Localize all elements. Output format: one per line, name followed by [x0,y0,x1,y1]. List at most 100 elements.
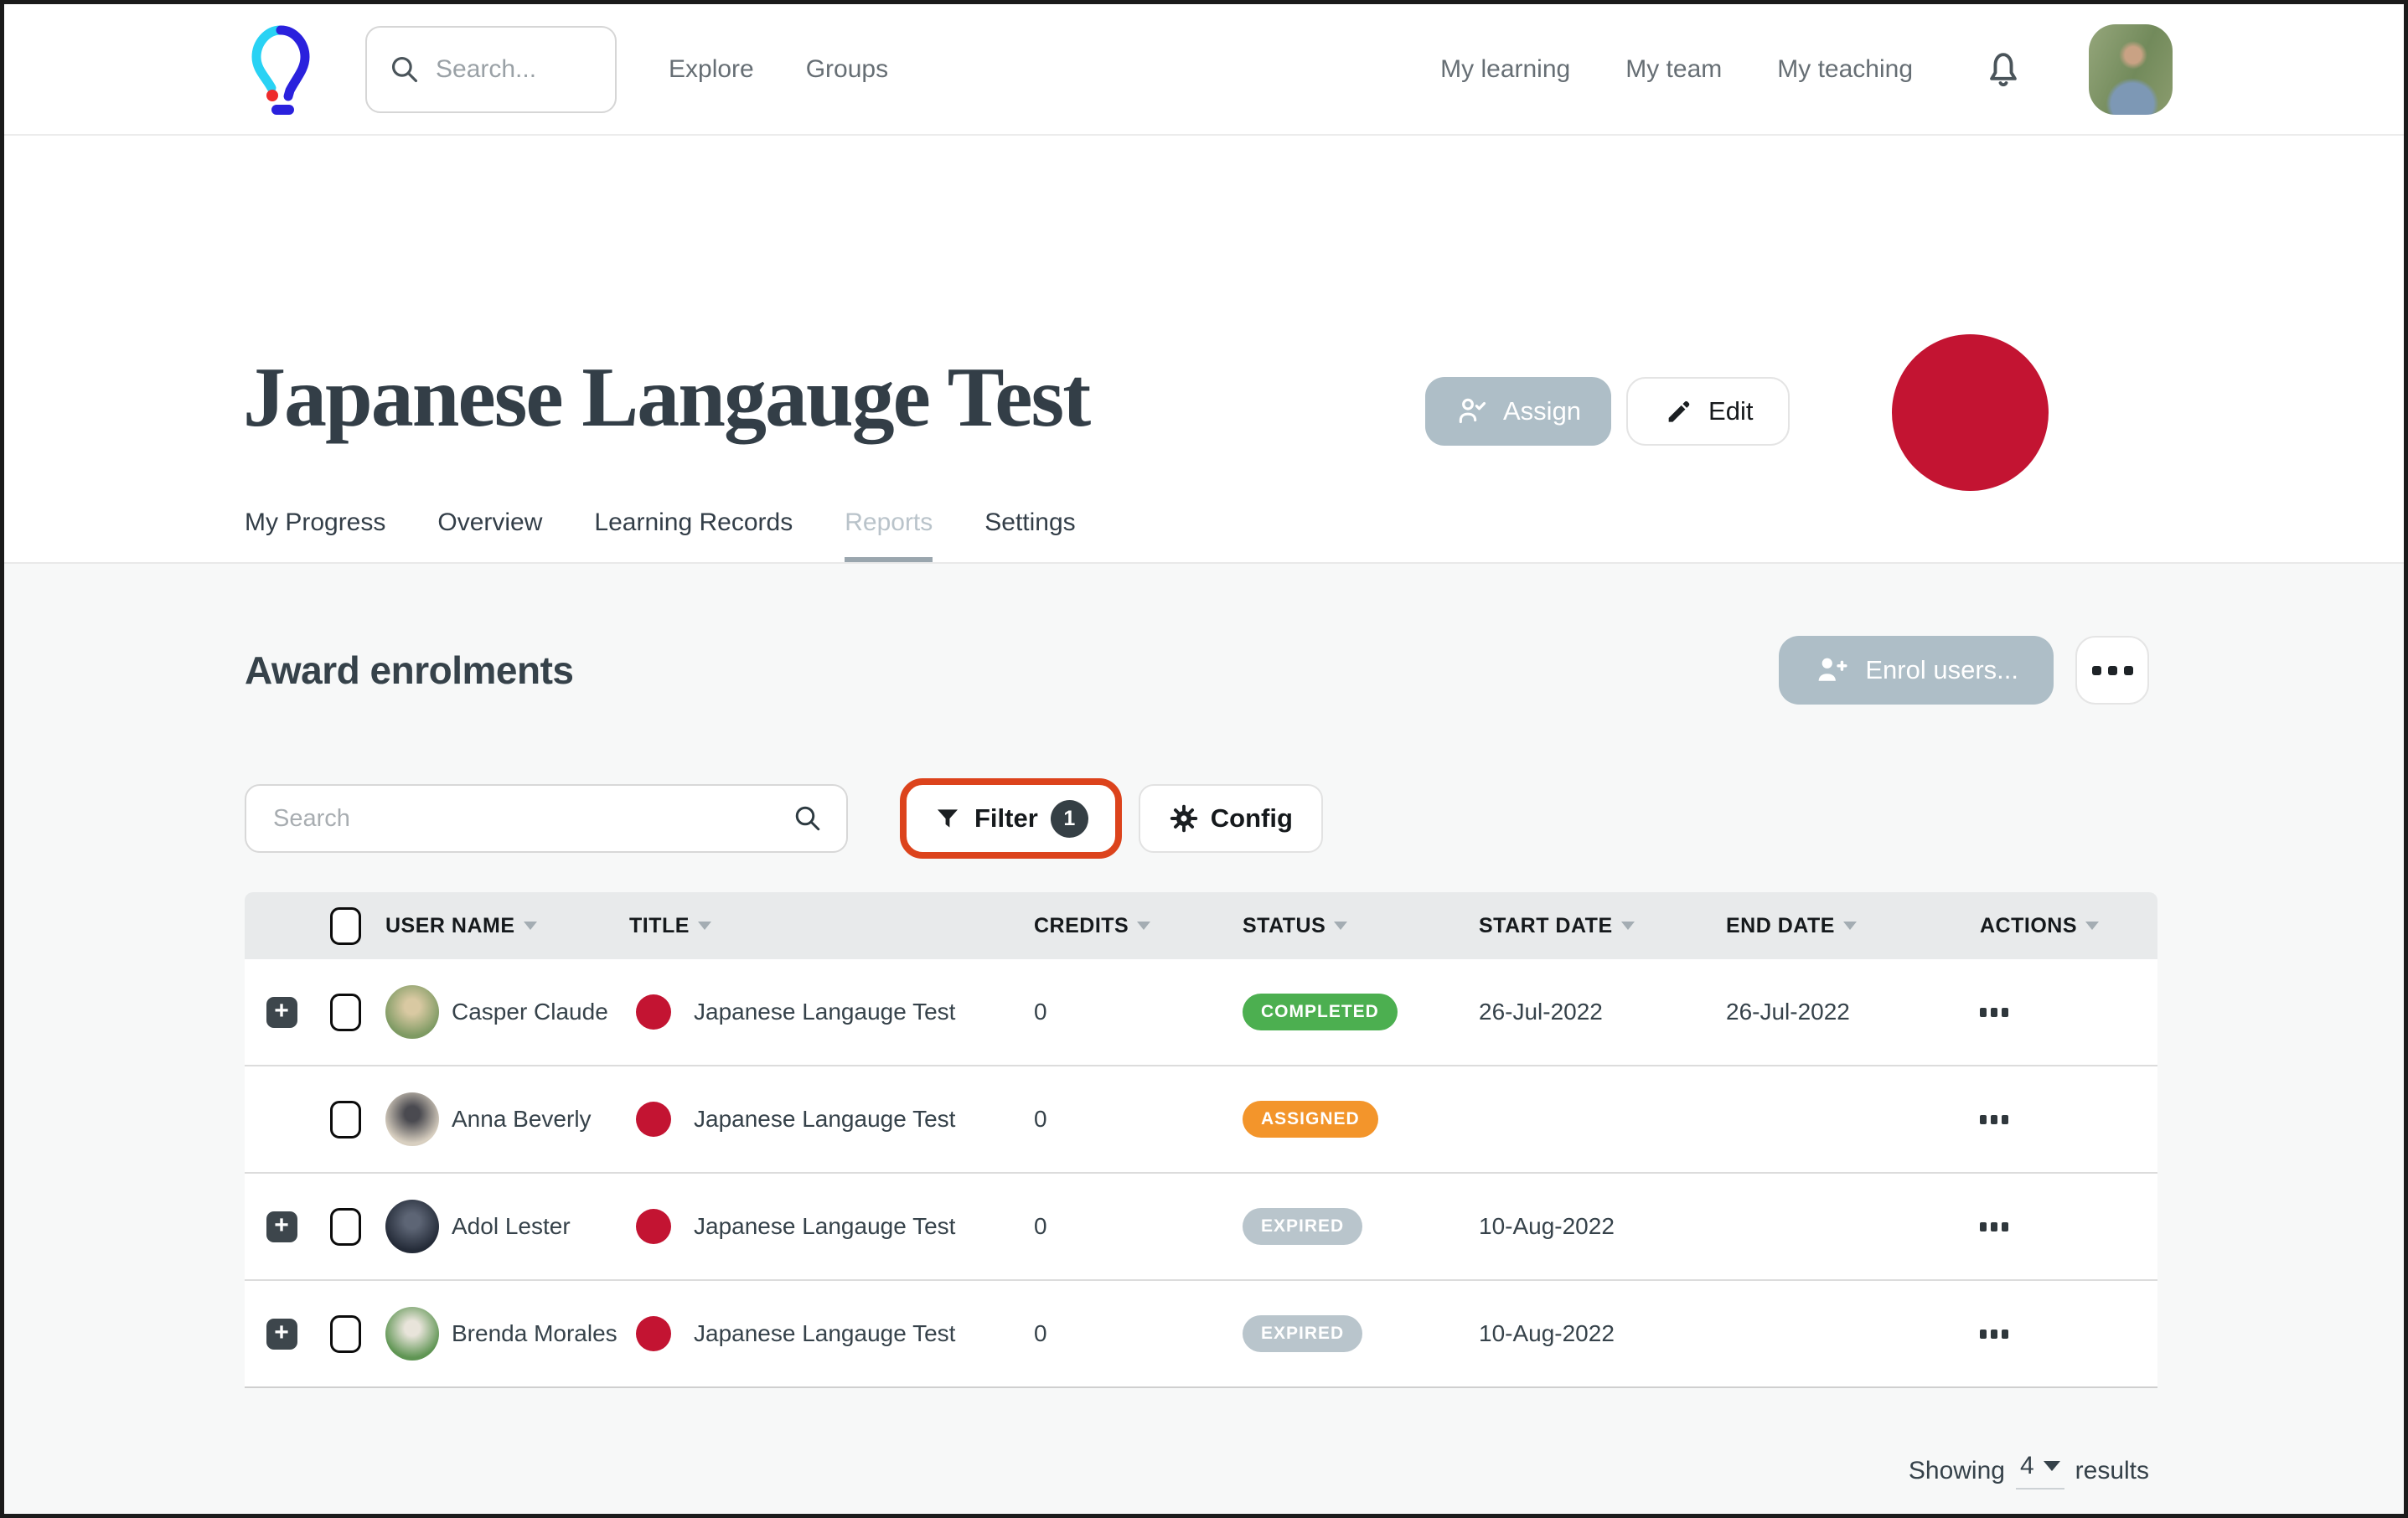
course-hero: Japanese Langauge Test Assign Edit My [4,136,2404,564]
row-checkbox[interactable] [330,1208,361,1246]
tab-overview[interactable]: Overview [437,509,542,562]
gear-icon [1169,803,1199,834]
more-actions-button[interactable] [2075,636,2149,705]
expand-row-button[interactable]: + [266,1211,297,1242]
enrol-users-button[interactable]: Enrol users... [1779,636,2054,705]
nav-explore[interactable]: Explore [669,55,754,84]
results-per-page-dropdown[interactable]: 4 [2016,1452,2064,1490]
red-circle-thumb [636,1316,671,1351]
row-actions-button[interactable] [1956,1008,2157,1017]
row-actions-button[interactable] [1956,1115,2157,1124]
sort-caret-icon [1621,922,1635,930]
ellipsis-icon [1980,1222,1987,1231]
nav-my-teaching[interactable]: My teaching [1777,55,1913,84]
assign-button[interactable]: Assign [1425,377,1611,446]
row-actions-button[interactable] [1956,1222,2157,1231]
start-date: 26-Jul-2022 [1466,999,1713,1025]
row-checkbox[interactable] [330,1315,361,1353]
results-count: 4 [2020,1452,2034,1480]
global-search-box [365,26,617,113]
end-date: 26-Jul-2022 [1713,999,1956,1025]
select-all-checkbox[interactable] [330,907,361,945]
row-actions-button[interactable] [1956,1330,2157,1339]
table-search-box [245,784,848,853]
top-navigation-bar: Explore Groups My learning My team My te… [4,4,2404,136]
nav-groups[interactable]: Groups [806,55,888,84]
chevron-down-icon [2044,1461,2060,1471]
edit-button[interactable]: Edit [1626,377,1790,446]
course-title[interactable]: Japanese Langauge Test [694,1320,955,1347]
ellipsis-icon [1980,1330,1987,1339]
expand-row-button[interactable]: + [266,997,297,1028]
red-circle-thumb [636,1209,671,1244]
column-header-title[interactable]: TITLE [624,914,1022,938]
app-logo-lightbulb-icon[interactable] [249,21,313,118]
row-checkbox[interactable] [330,994,361,1031]
column-header-credits[interactable]: CREDITS [1022,914,1227,938]
user-profile-avatar[interactable] [2089,24,2173,115]
user-name[interactable]: Casper Claude [452,999,608,1025]
sort-caret-icon [524,922,537,930]
search-icon[interactable] [793,803,823,834]
course-tabs: My Progress Overview Learning Records Re… [4,509,2404,564]
column-header-status[interactable]: STATUS [1227,914,1466,938]
column-header-user-name[interactable]: USER NAME [373,914,624,938]
user-check-icon [1455,395,1489,428]
tab-reports[interactable]: Reports [845,509,933,562]
ellipsis-icon [1980,1008,1987,1017]
filter-button-highlighted[interactable]: Filter 1 [900,778,1122,859]
course-title[interactable]: Japanese Langauge Test [694,1213,955,1240]
course-title[interactable]: Japanese Langauge Test [694,1106,955,1133]
pencil-icon [1663,395,1695,427]
section-header: Award enrolments Enrol users... [245,636,2149,705]
start-date: 10-Aug-2022 [1466,1213,1713,1240]
section-title: Award enrolments [245,648,573,693]
credits-value: 0 [1022,1320,1227,1347]
status-badge: COMPLETED [1243,994,1398,1030]
course-image-red-circle [1892,334,2049,491]
sort-caret-icon [1334,922,1347,930]
table-search-input[interactable] [271,804,793,834]
tab-my-progress[interactable]: My Progress [245,509,385,562]
red-circle-thumb [636,1102,671,1137]
ellipsis-icon [1980,1115,1987,1124]
table-header-row: USER NAME TITLE CREDITS STATUS START DAT… [245,892,2157,959]
user-name[interactable]: Brenda Morales [452,1320,618,1347]
user-plus-icon [1814,653,1849,688]
credits-value: 0 [1022,1213,1227,1240]
course-thumbnail [629,1095,678,1144]
page-title: Japanese Langauge Test [243,355,1089,441]
tab-settings[interactable]: Settings [984,509,1075,562]
table-row: + Adol Lester Japanese Langauge Test 0 E… [245,1174,2157,1281]
nav-my-team[interactable]: My team [1625,55,1722,84]
config-button[interactable]: Config [1139,784,1323,853]
table-row: + Brenda Morales Japanese Langauge Test … [245,1281,2157,1388]
status-badge: EXPIRED [1243,1315,1362,1352]
table-row: + Anna Beverly Japanese Langauge Test 0 … [245,1066,2157,1174]
sort-caret-icon [1843,922,1857,930]
table-controls: Filter 1 Config [245,778,2149,859]
nav-my-learning[interactable]: My learning [1440,55,1570,84]
status-badge: ASSIGNED [1243,1101,1378,1138]
expand-row-button[interactable]: + [266,1319,297,1350]
start-date: 10-Aug-2022 [1466,1320,1713,1347]
column-header-end-date[interactable]: END DATE [1713,914,1956,938]
global-search-input[interactable] [434,54,598,85]
tab-learning-records[interactable]: Learning Records [594,509,793,562]
user-name[interactable]: Anna Beverly [452,1106,592,1133]
credits-value: 0 [1022,1106,1227,1133]
course-title[interactable]: Japanese Langauge Test [694,999,955,1025]
enrol-users-label: Enrol users... [1865,655,2018,685]
results-label: results [2075,1457,2149,1485]
user-name[interactable]: Adol Lester [452,1213,571,1240]
sort-caret-icon [698,922,711,930]
config-button-label: Config [1211,803,1293,834]
notifications-bell-icon[interactable] [1982,48,2025,91]
page: Explore Groups My learning My team My te… [0,0,2408,1518]
table-footer: Showing 4 results [245,1452,2149,1490]
column-header-start-date[interactable]: START DATE [1466,914,1713,938]
column-header-actions[interactable]: ACTIONS [1956,914,2157,938]
avatar [385,1307,439,1361]
row-checkbox[interactable] [330,1101,361,1138]
sort-caret-icon [1137,922,1150,930]
